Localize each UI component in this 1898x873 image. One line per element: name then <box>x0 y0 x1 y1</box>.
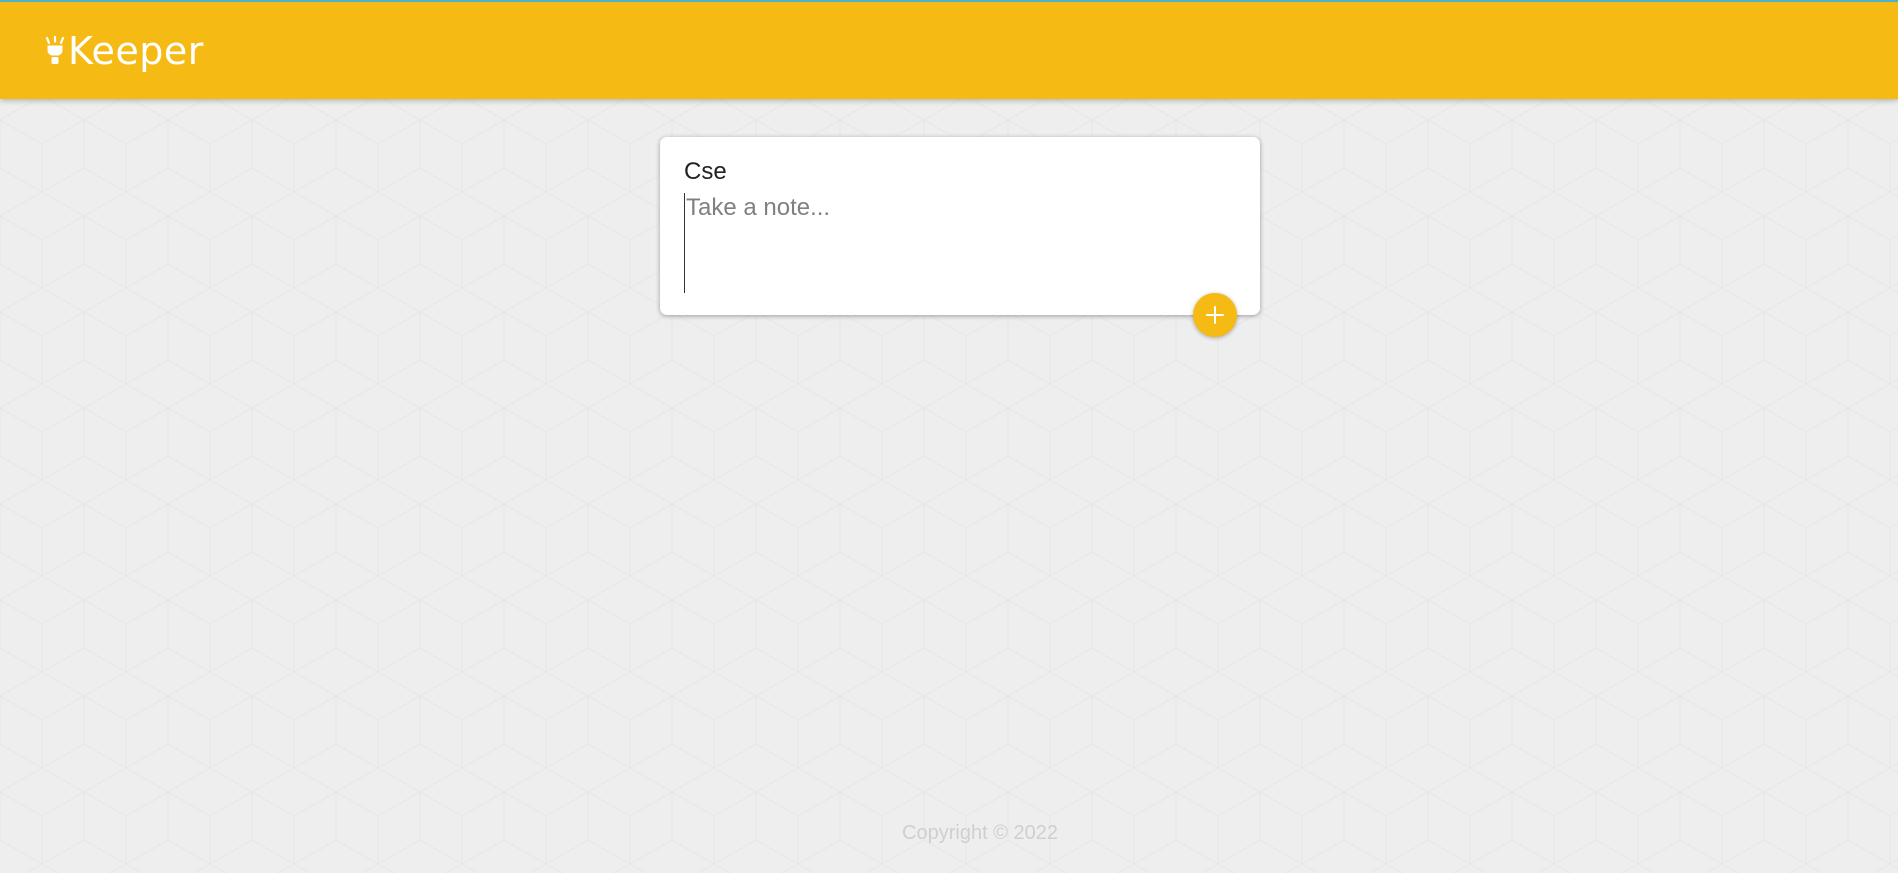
note-title-input[interactable] <box>684 155 1224 189</box>
lightbulb-icon <box>44 35 66 66</box>
app-title: Keeper <box>68 29 204 73</box>
app-logo: Keeper <box>44 29 204 73</box>
app-header: Keeper <box>0 0 1898 99</box>
plus-icon <box>1204 304 1226 326</box>
note-content-input[interactable] <box>684 193 1234 293</box>
create-note-form <box>660 137 1260 315</box>
background-hex-pattern <box>0 0 1898 873</box>
add-note-button[interactable] <box>1193 293 1237 337</box>
footer: Copyright © 2022 <box>0 822 1898 845</box>
copyright-text: Copyright © 2022 <box>902 822 1058 844</box>
